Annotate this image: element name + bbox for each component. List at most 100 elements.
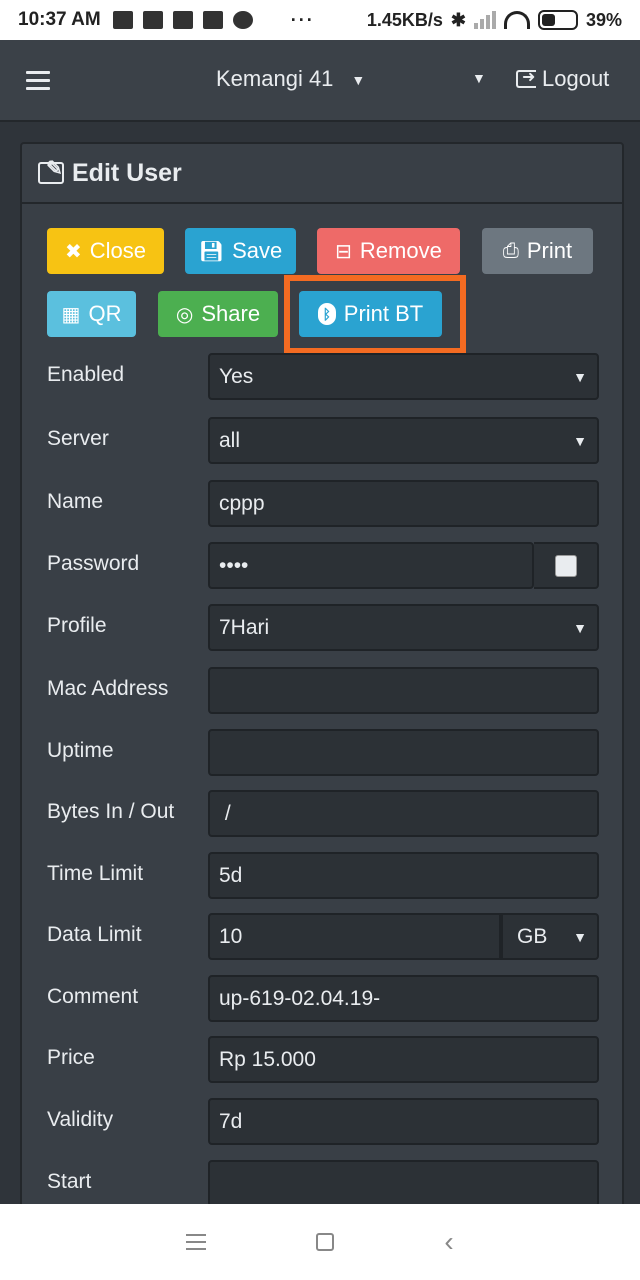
home-icon[interactable]	[316, 1233, 335, 1251]
price-input[interactable]: Rp 15.000	[208, 1036, 599, 1083]
bytes-row: Bytes In / Out /	[47, 790, 599, 838]
comment-row: Comment up-619-02.04.19-	[47, 975, 599, 1023]
minus-icon: ⊟	[335, 240, 352, 263]
save-icon: 💾︎	[198, 240, 225, 263]
hamburger-menu-icon[interactable]	[26, 71, 50, 91]
data-limit-unit-select[interactable]: GB ▼	[501, 913, 599, 960]
price-row: Price Rp 15.000	[47, 1036, 599, 1084]
telegram-icon	[232, 11, 253, 29]
validity-row: Validity 7d	[47, 1098, 599, 1146]
share-button[interactable]: ◎ Share	[158, 291, 278, 337]
show-password-checkbox[interactable]	[554, 554, 577, 577]
server-select[interactable]: all ▼	[208, 417, 599, 464]
profile-label: Profile	[47, 614, 107, 637]
router-name: Kemangi 41	[216, 66, 334, 91]
comment-input[interactable]: up-619-02.04.19-	[208, 975, 599, 1022]
battery-percent: 39%	[585, 9, 622, 30]
name-row: Name cppp	[47, 480, 599, 528]
save-button[interactable]: 💾︎ Save	[185, 228, 296, 274]
dropdown-caret-icon[interactable]: ▼	[472, 70, 486, 86]
bluetooth-icon: ᛒ	[317, 303, 336, 325]
print-button[interactable]: ⎙ Print	[482, 228, 593, 274]
start-row: Start	[47, 1160, 599, 1208]
print-bt-button[interactable]: ᛒ Print BT	[299, 291, 442, 337]
battery-icon	[537, 10, 578, 30]
mac-address-input[interactable]	[208, 667, 599, 714]
more-notifications-icon: ···	[290, 9, 315, 30]
print-label: Print	[526, 238, 573, 263]
logout-label: Logout	[542, 66, 610, 91]
chevron-down-icon: ▼	[573, 369, 587, 385]
data-limit-input[interactable]: 10	[208, 913, 501, 960]
save-label: Save	[232, 238, 283, 263]
edit-icon	[38, 156, 64, 184]
uptime-input[interactable]	[208, 729, 599, 776]
notification-icons	[112, 11, 253, 29]
time-limit-row: Time Limit 5d	[47, 852, 599, 900]
bytes-input[interactable]: /	[208, 790, 599, 837]
wifi-icon	[503, 11, 530, 29]
password-input[interactable]: ••••	[208, 542, 534, 589]
server-label: Server	[47, 427, 109, 450]
recent-apps-icon[interactable]	[186, 1234, 207, 1250]
validity-label: Validity	[47, 1108, 114, 1131]
name-input[interactable]: cppp	[208, 480, 599, 527]
chevron-down-icon: ▼	[573, 620, 587, 636]
top-navbar: Kemangi 41 ▼ ▼ Logout	[0, 40, 640, 122]
user-add-icon	[142, 11, 163, 29]
price-label: Price	[47, 1046, 95, 1069]
qrcode-icon: ▦	[61, 303, 81, 326]
qr-button[interactable]: ▦ QR	[47, 291, 136, 337]
bytes-label: Bytes In / Out	[47, 800, 175, 823]
sign-out-icon	[516, 67, 536, 88]
facebook-icon	[112, 11, 133, 29]
password-row: Password ••••	[47, 542, 599, 590]
close-button[interactable]: ✖ Close	[47, 228, 164, 274]
enabled-value: Yes	[219, 365, 254, 388]
data-limit-row: Data Limit 10 GB ▼	[47, 913, 599, 961]
profile-value: 7Hari	[219, 616, 270, 639]
server-row: Server all ▼	[47, 417, 599, 465]
enabled-row: Enabled Yes ▼	[47, 353, 599, 401]
system-navigation-bar: ‹	[0, 1204, 640, 1280]
start-label: Start	[47, 1170, 92, 1193]
enabled-select[interactable]: Yes ▼	[208, 353, 599, 400]
data-limit-label: Data Limit	[47, 923, 142, 946]
mac-address-label: Mac Address	[47, 677, 169, 700]
edit-user-card: Edit User ✖ Close 💾︎ Save ⊟ Remove ⎙ Pri…	[20, 142, 624, 1222]
comment-label: Comment	[47, 985, 139, 1008]
clock: 10:37 AM	[18, 9, 101, 30]
print-bt-label: Print BT	[343, 301, 424, 326]
card-header: Edit User	[22, 144, 622, 204]
chevron-down-icon: ▼	[573, 433, 587, 449]
start-input[interactable]	[208, 1160, 599, 1207]
time-limit-label: Time Limit	[47, 862, 144, 885]
profile-row: Profile 7Hari ▼	[47, 604, 599, 652]
name-label: Name	[47, 490, 104, 513]
signal-icon	[473, 11, 496, 29]
data-limit-unit: GB	[517, 925, 548, 948]
remove-label: Remove	[359, 238, 442, 263]
logout-button[interactable]: Logout	[516, 66, 609, 92]
chevron-down-icon: ▼	[573, 929, 587, 945]
back-icon[interactable]: ‹	[444, 1226, 453, 1258]
twitter-icon	[202, 11, 223, 29]
password-label: Password	[47, 552, 140, 575]
profile-select[interactable]: 7Hari ▼	[208, 604, 599, 651]
bluetooth-icon: ✱	[450, 9, 466, 30]
remove-button[interactable]: ⊟ Remove	[317, 228, 460, 274]
show-password-toggle[interactable]	[534, 542, 599, 589]
time-limit-input[interactable]: 5d	[208, 852, 599, 899]
validity-input[interactable]: 7d	[208, 1098, 599, 1145]
enabled-label: Enabled	[47, 363, 125, 386]
close-label: Close	[89, 238, 146, 263]
network-speed: 1.45KB/s	[366, 9, 443, 30]
page-title: Edit User	[72, 158, 182, 187]
mac-address-row: Mac Address	[47, 667, 599, 715]
uptime-row: Uptime	[47, 729, 599, 777]
chevron-down-icon: ▼	[351, 72, 366, 89]
router-selector[interactable]: Kemangi 41 ▼	[216, 66, 365, 92]
qr-label: QR	[88, 301, 122, 326]
close-icon: ✖	[64, 240, 82, 263]
whatsapp-icon: ◎	[175, 303, 194, 326]
